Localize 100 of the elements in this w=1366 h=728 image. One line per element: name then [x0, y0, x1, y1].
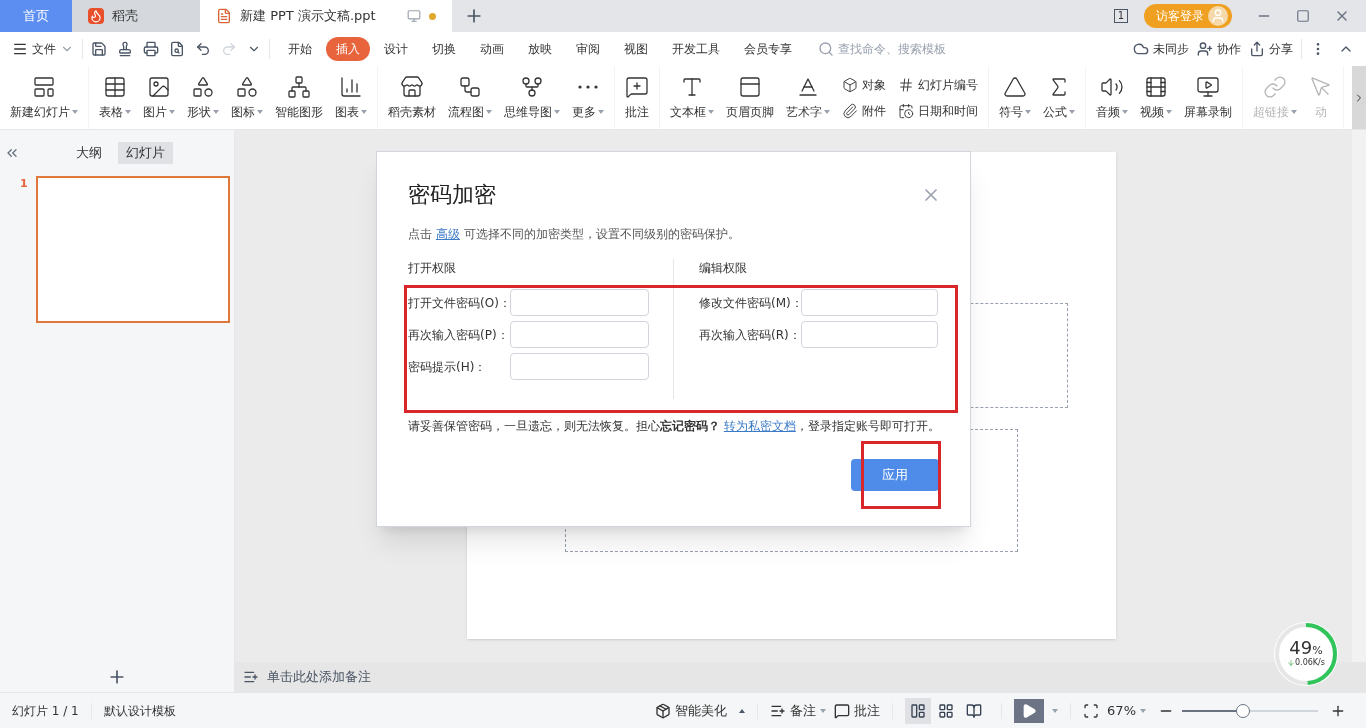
ribbon-small-button[interactable]: 幻灯片编号	[898, 75, 978, 94]
ribbon-button[interactable]: 视频	[1134, 66, 1178, 129]
panel-view-tab[interactable]: 幻灯片	[118, 142, 173, 164]
calendar-icon	[898, 102, 914, 119]
ribbon-button[interactable]: 流程图	[442, 66, 498, 129]
ribbon-tab[interactable]: 动画	[470, 37, 514, 61]
ribbon-button[interactable]: 形状	[181, 66, 225, 129]
zoom-level[interactable]: 67%	[1107, 700, 1136, 721]
password-field[interactable]	[800, 321, 938, 348]
ribbon-button[interactable]: 页眉页脚	[720, 66, 780, 129]
format-painter-icon[interactable]	[117, 41, 133, 57]
shapes-icon	[191, 74, 215, 99]
link-icon	[1263, 74, 1287, 99]
zoom-slider-thumb[interactable]	[1236, 703, 1251, 718]
film-icon	[1144, 74, 1168, 99]
ribbon-button[interactable]: 表格	[93, 66, 137, 129]
store-icon	[400, 74, 424, 99]
undo-icon[interactable]	[195, 41, 211, 57]
ribbon-tab[interactable]: 审阅	[566, 37, 610, 61]
ribbon-button[interactable]: 艺术字	[780, 66, 836, 129]
comment-icon	[625, 74, 649, 99]
print-preview-icon[interactable]	[169, 41, 185, 57]
monitor-icon	[407, 9, 421, 23]
ribbon-button[interactable]: 智能图形	[269, 66, 329, 129]
ribbon-button[interactable]: 更多	[566, 66, 610, 129]
ribbon-tab[interactable]: 放映	[518, 37, 562, 61]
password-field[interactable]	[509, 321, 649, 348]
network-speed: 0.06K/s	[1295, 657, 1325, 669]
beautify-button[interactable]: 智能美化	[655, 700, 746, 721]
ribbon-button[interactable]: 文本框	[664, 66, 720, 129]
caret-icon	[1052, 708, 1059, 713]
caret-icon	[1140, 708, 1146, 713]
presentation-file-icon	[216, 8, 232, 24]
ribbon-button[interactable]: 批注	[619, 66, 655, 129]
hash-icon	[898, 76, 914, 93]
diagram-icon	[287, 74, 311, 99]
intro-text: 点击 高级 可选择不同的加密类型，设置不同级别的密码保护。	[408, 226, 741, 243]
ribbon-button[interactable]: 符号	[993, 66, 1037, 129]
section-heading: 打开权限	[408, 260, 457, 277]
ribbon-small-button[interactable]: 对象	[842, 75, 886, 94]
dots-icon	[578, 84, 598, 89]
new-slide-icon	[32, 74, 56, 99]
flowchart-icon	[458, 74, 482, 99]
share-icon	[1249, 41, 1265, 57]
ribbon-button[interactable]: 思维导图	[498, 66, 566, 129]
ribbon-button[interactable]: 新建幻灯片	[4, 66, 84, 129]
notes-field[interactable]: 单击此处添加备注	[267, 667, 371, 687]
ribbon-tab[interactable]: 会员专享	[734, 37, 802, 61]
ribbon-tab[interactable]: 视图	[614, 37, 658, 61]
mind-map-icon	[520, 74, 544, 99]
password-field[interactable]	[510, 289, 649, 316]
save-icon[interactable]	[91, 41, 107, 57]
ribbon-button[interactable]: 图表	[329, 66, 373, 129]
file-menu[interactable]: 文件	[12, 40, 74, 58]
zoom-slider-track[interactable]	[1182, 703, 1318, 718]
paperclip-icon	[842, 102, 858, 119]
panel-view-tab[interactable]: 大纲	[68, 142, 110, 164]
fit-window-icon[interactable]	[1083, 702, 1100, 719]
play-button[interactable]	[1014, 698, 1045, 723]
caret-up-icon	[739, 708, 746, 713]
toolbar-action[interactable]: 未同步	[1133, 40, 1189, 58]
cloud-icon	[1133, 41, 1149, 57]
field-label: 再次输入密码(P)：	[408, 326, 510, 344]
normal-view-icon[interactable]	[905, 697, 932, 724]
advanced-link[interactable]: 高级	[435, 227, 460, 241]
slide-thumbnail[interactable]	[35, 176, 230, 323]
document-tab[interactable]: 新建 PPT 演示文稿.ppt	[200, 0, 452, 32]
pointer-icon	[1309, 74, 1333, 99]
toolbar-action[interactable]: 分享	[1249, 40, 1293, 58]
window-count-icon[interactable]: 1	[1113, 9, 1128, 23]
avatar-icon	[1208, 6, 1228, 26]
template-name[interactable]: 默认设计模板	[103, 701, 176, 720]
print-icon[interactable]	[143, 41, 159, 57]
password-field[interactable]	[509, 353, 649, 380]
ribbon-tab[interactable]: 开始	[278, 37, 322, 61]
scrollbar[interactable]	[1352, 130, 1366, 662]
password-field[interactable]	[801, 289, 938, 316]
ribbon-button[interactable]: 稻壳素材	[382, 66, 442, 129]
restore-icon[interactable]	[1296, 9, 1310, 23]
table-icon	[103, 74, 127, 99]
ribbon-small-button[interactable]: 日期和时间	[898, 101, 978, 120]
field-label: 打开文件密码(O)：	[408, 294, 510, 312]
ribbon-button[interactable]: 屏幕录制	[1178, 66, 1238, 129]
ribbon-tab[interactable]: 开发工具	[662, 37, 730, 61]
ribbon-button[interactable]: 公式	[1037, 66, 1081, 129]
ribbon-small-button[interactable]: 附件	[842, 101, 886, 120]
comment-button[interactable]: 批注	[834, 700, 881, 721]
cube-icon	[655, 702, 672, 719]
warning-text: 请妥善保管密码，一旦遗忘，则无法恢复。担心忘记密码？ 转为私密文档，登录指定账号即可打开。	[408, 418, 939, 435]
ribbon-tab[interactable]: 切换	[422, 37, 466, 61]
field-label: 再次输入密码(R)：	[699, 326, 801, 344]
ribbon-button[interactable]: 图标	[225, 66, 269, 129]
ribbon-button[interactable]: 图片	[137, 66, 181, 129]
toolbar-action[interactable]: 协作	[1197, 40, 1241, 58]
private-doc-link[interactable]: 转为私密文档	[723, 419, 796, 433]
notes-button[interactable]: 备注	[770, 700, 827, 721]
docer-tab[interactable]: 稻壳	[72, 0, 200, 32]
ribbon-tab[interactable]: 设计	[374, 37, 418, 61]
comment-icon	[834, 702, 851, 719]
ribbon-button[interactable]: 音频	[1090, 66, 1134, 129]
